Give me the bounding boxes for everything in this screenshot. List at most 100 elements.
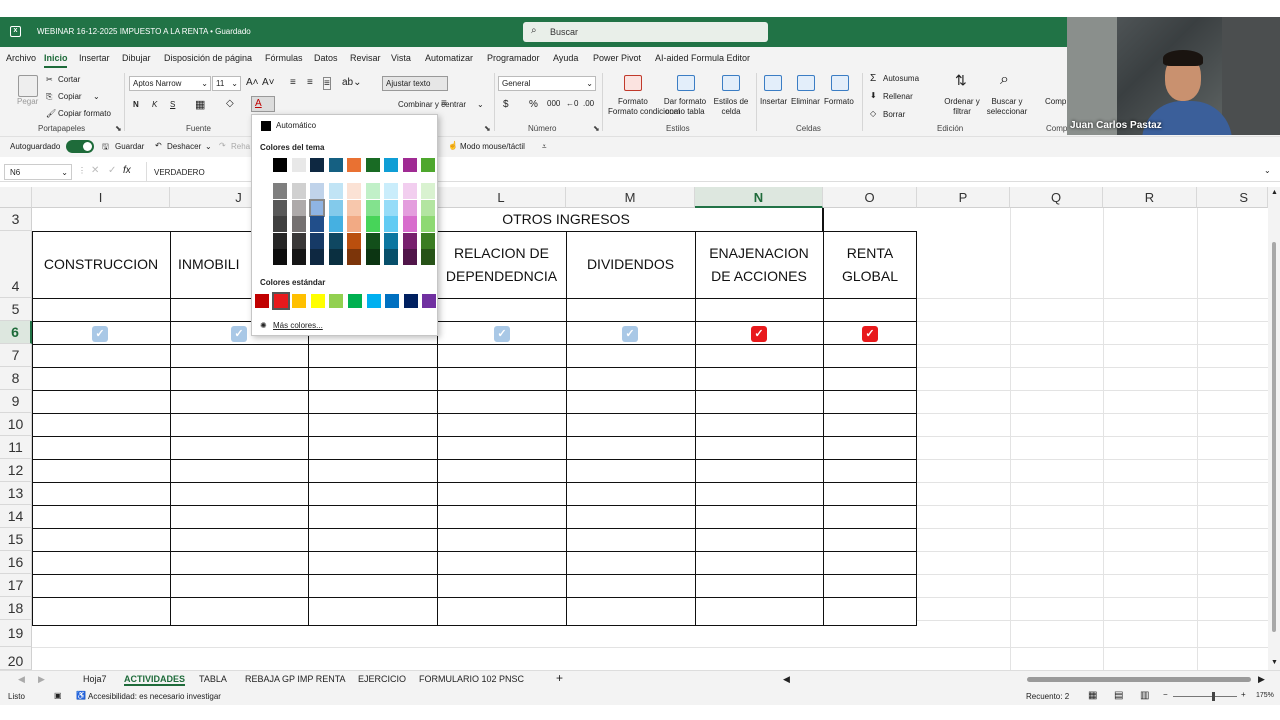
standard-color-swatch[interactable] (422, 294, 437, 308)
tab-dibujar[interactable]: Dibujar (122, 53, 151, 63)
row-header[interactable]: 10 (0, 413, 32, 436)
font-size-select[interactable]: 11 ⌄ (212, 76, 241, 91)
vertical-scrollbar[interactable]: ▲ ▼ (1268, 187, 1280, 670)
fill-color-icon[interactable]: ◇ (226, 98, 234, 109)
find-icon[interactable]: ⌕ (1000, 71, 1009, 89)
theme-tint-swatch[interactable] (347, 183, 361, 199)
theme-tint-swatch[interactable] (328, 232, 343, 249)
theme-color-swatch[interactable] (402, 158, 417, 172)
currency-button[interactable]: $ (503, 99, 509, 110)
accessibility-icon[interactable]: ♿ (76, 691, 86, 700)
spreadsheet-grid[interactable]: I J K L M N O P Q R S 3 4 5 6 7 (0, 187, 1268, 670)
theme-tint-swatch[interactable] (309, 198, 325, 217)
row-header[interactable]: 4 (0, 231, 32, 298)
align-bottom-icon[interactable]: ≡ (323, 77, 331, 90)
column-header-selected[interactable]: N (695, 187, 823, 208)
column-header[interactable]: Q (1010, 187, 1103, 208)
workbook-title[interactable]: WEBINAR 16-12-2025 IMPUESTO A LA RENTA •… (37, 27, 251, 36)
tab-programador[interactable]: Programador (487, 53, 540, 63)
theme-color-swatch[interactable] (273, 158, 287, 172)
cell-styles-button[interactable]: Estilos de celda (713, 97, 749, 117)
theme-tint-swatch[interactable] (347, 232, 361, 249)
name-box[interactable]: N6 ⌄ (4, 164, 72, 180)
select-all-corner[interactable] (0, 187, 32, 208)
enter-icon[interactable]: ✓ (108, 165, 116, 176)
align-middle-icon[interactable]: ≡ (307, 77, 313, 88)
standard-color-swatch[interactable] (255, 294, 269, 308)
column-header[interactable]: I (32, 187, 170, 208)
number-format-select[interactable]: General ⌄ (498, 76, 596, 91)
delete-cells-icon[interactable] (797, 75, 815, 91)
merge-center-button[interactable]: Combinar y centrar (398, 100, 466, 109)
fill-button[interactable]: Rellenar (883, 92, 913, 101)
increase-font-icon[interactable]: A˄ (246, 77, 259, 88)
find-select-button[interactable]: Buscar y seleccionar (983, 97, 1031, 117)
hscroll-left-icon[interactable]: ◀ (783, 674, 790, 685)
dialog-launcher-icon[interactable]: ⬊ (593, 124, 600, 133)
theme-color-swatch[interactable] (291, 158, 306, 172)
customize-qat-icon[interactable]: ⩡ (542, 142, 547, 152)
autosum-button[interactable]: Autosuma (883, 74, 919, 83)
theme-color-swatch[interactable] (347, 158, 361, 172)
bold-button[interactable]: N (133, 100, 139, 109)
theme-tint-swatch[interactable] (273, 199, 287, 216)
search-box[interactable]: ⌕ Buscar (523, 22, 768, 42)
theme-tint-swatch[interactable] (402, 216, 417, 232)
sheet-tab-active[interactable]: ACTIVIDADES (124, 674, 186, 686)
theme-tint-swatch[interactable] (291, 216, 306, 232)
checkbox-unchecked[interactable]: ✓ (231, 326, 247, 342)
theme-tint-swatch[interactable] (365, 232, 380, 249)
column-header[interactable]: O (823, 187, 917, 208)
standard-color-swatch[interactable] (403, 294, 418, 308)
theme-color-swatch[interactable] (328, 158, 343, 172)
scroll-thumb[interactable] (1272, 242, 1276, 632)
column-header[interactable]: M (566, 187, 695, 208)
autosave-toggle[interactable] (66, 140, 94, 153)
standard-color-swatch[interactable] (310, 294, 325, 308)
format-cells-icon[interactable] (831, 75, 849, 91)
sheet-tab[interactable]: EJERCICIO (358, 674, 406, 684)
format-table-icon[interactable] (677, 75, 695, 91)
theme-tint-swatch[interactable] (402, 249, 417, 265)
theme-tint-swatch[interactable] (384, 249, 398, 265)
tab-automatizar[interactable]: Automatizar (425, 53, 473, 63)
column-header[interactable]: L (437, 187, 566, 208)
row-header[interactable]: 17 (0, 574, 32, 597)
checkbox-unchecked[interactable]: ✓ (622, 326, 638, 342)
theme-tint-swatch[interactable] (365, 199, 380, 216)
conditional-format-button[interactable]: Formato (618, 97, 648, 106)
checkbox-checked[interactable]: ✓ (862, 326, 878, 342)
theme-tint-swatch[interactable] (421, 199, 435, 216)
page-layout-icon[interactable]: ▤ (1114, 690, 1123, 701)
tab-insertar[interactable]: Insertar (79, 53, 110, 63)
undo-button[interactable]: Deshacer (167, 142, 201, 151)
theme-tint-swatch[interactable] (273, 183, 287, 199)
format-painter-button[interactable]: Copiar formato (58, 109, 111, 118)
theme-tint-swatch[interactable] (328, 183, 343, 199)
thousands-icon[interactable]: 000 (547, 99, 560, 108)
column-header[interactable]: S (1197, 187, 1268, 208)
sheet-tab[interactable]: Hoja7 (83, 674, 107, 684)
theme-tint-swatch[interactable] (421, 232, 435, 249)
standard-color-swatch[interactable] (385, 294, 400, 308)
chevron-down-icon[interactable]: ⌄ (205, 142, 212, 151)
tab-vista[interactable]: Vista (391, 53, 411, 63)
insert-cells-icon[interactable] (764, 75, 782, 91)
tab-formulas[interactable]: Fórmulas (265, 53, 303, 63)
standard-color-swatch[interactable] (292, 294, 307, 308)
dialog-launcher-icon[interactable]: ⬊ (484, 124, 491, 133)
theme-tint-swatch[interactable] (291, 199, 306, 216)
tab-power-pivot[interactable]: Power Pivot (593, 53, 641, 63)
standard-color-swatch[interactable] (271, 292, 290, 310)
percent-button[interactable]: % (529, 99, 538, 110)
sheet-tab[interactable]: FORMULARIO 102 PNSC (419, 674, 524, 684)
theme-tint-swatch[interactable] (273, 216, 287, 232)
sheet-tab[interactable]: TABLA (199, 674, 227, 684)
tab-disposicion[interactable]: Disposición de página (164, 53, 252, 63)
standard-color-swatch[interactable] (329, 294, 344, 308)
delete-cells-button[interactable]: Eliminar (791, 97, 820, 106)
chevron-down-icon[interactable]: ⌄ (477, 100, 484, 109)
sort-filter-button[interactable]: Ordenar y filtrar (943, 97, 981, 117)
theme-color-swatch[interactable] (421, 158, 435, 172)
theme-tint-swatch[interactable] (384, 216, 398, 232)
